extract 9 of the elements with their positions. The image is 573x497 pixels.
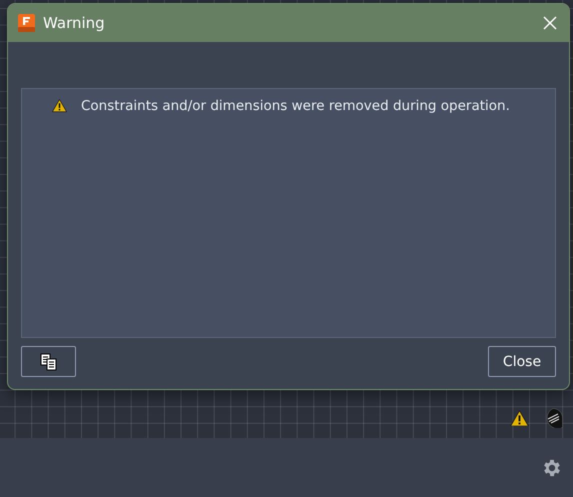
warning-icon <box>510 410 529 426</box>
close-button[interactable]: Close <box>488 346 556 377</box>
copy-icon <box>40 352 58 370</box>
app-logo-icon <box>18 14 35 32</box>
warning-icon <box>52 99 67 113</box>
window-title: Warning <box>43 14 106 32</box>
copy-button[interactable] <box>21 346 76 377</box>
close-icon[interactable] <box>541 14 559 32</box>
message-text: Constraints and/or dimensions were removed during operation. <box>81 98 510 114</box>
